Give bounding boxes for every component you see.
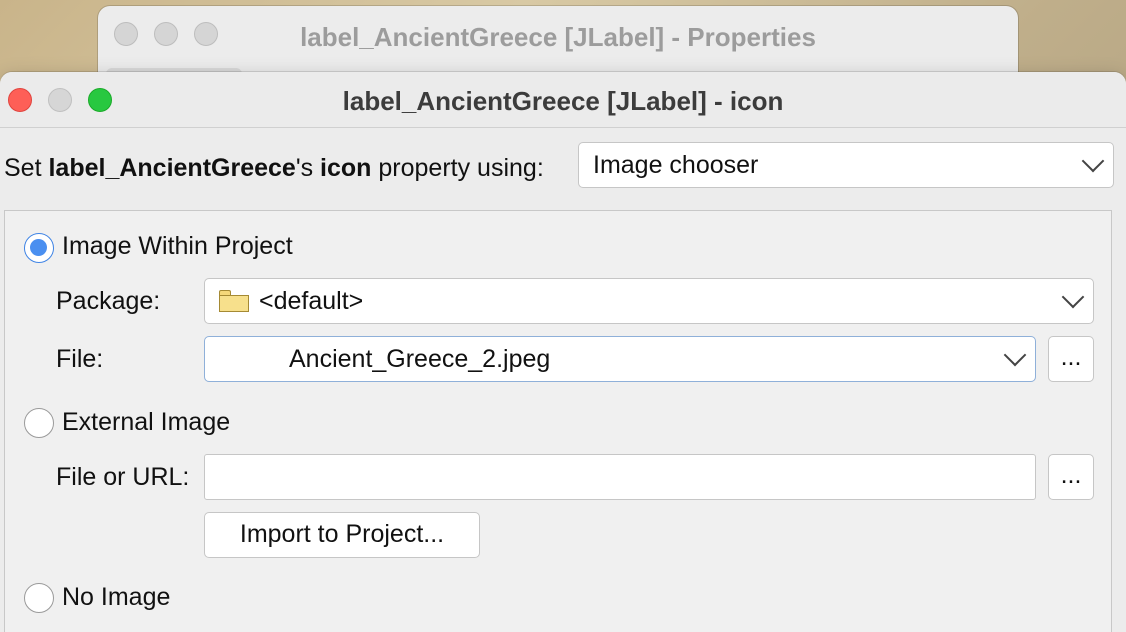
- browse-file-button[interactable]: ...: [1048, 336, 1094, 382]
- package-label: Package:: [56, 287, 161, 315]
- file-or-url-label: File or URL:: [56, 463, 190, 491]
- chevron-down-icon: [1003, 343, 1027, 367]
- dialog-content: Set label_AncientGreece's icon property …: [0, 128, 1126, 632]
- editor-method-select[interactable]: Image chooser: [578, 142, 1114, 188]
- import-to-project-button[interactable]: Import to Project...: [204, 512, 480, 558]
- set-suffix: property using:: [371, 154, 544, 182]
- dialog-title: label_AncientGreece [JLabel] - icon: [342, 86, 784, 116]
- external-image-radio[interactable]: [24, 408, 54, 438]
- package-value: <default>: [259, 286, 364, 315]
- file-or-url-input[interactable]: [204, 454, 1036, 500]
- file-value: Ancient_Greece_2.jpeg: [289, 344, 551, 373]
- component-name: label_AncientGreece: [48, 154, 296, 182]
- background-window-title: label_AncientGreece [JLabel] - Propertie…: [300, 22, 816, 52]
- background-titlebar: label_AncientGreece [JLabel] - Propertie…: [98, 6, 1018, 64]
- folder-icon: [219, 290, 249, 312]
- file-label: File:: [56, 345, 104, 373]
- image-source-panel: Image Within Project Package: <default> …: [4, 210, 1112, 632]
- package-select[interactable]: <default>: [204, 278, 1094, 324]
- set-prefix: Set: [4, 154, 49, 182]
- chevron-down-icon: [1061, 285, 1085, 309]
- within-project-label[interactable]: Image Within Project: [62, 232, 293, 261]
- chevron-down-icon: [1081, 149, 1105, 173]
- no-image-label[interactable]: No Image: [62, 583, 170, 612]
- editor-method-value: Image chooser: [593, 150, 759, 179]
- icon-dialog: label_AncientGreece [JLabel] - icon Set …: [0, 72, 1126, 632]
- property-editor-label: Set label_AncientGreece's icon property …: [4, 146, 544, 190]
- dialog-titlebar[interactable]: label_AncientGreece [JLabel] - icon: [0, 72, 1126, 128]
- no-image-radio[interactable]: [24, 583, 54, 613]
- possessive: 's: [295, 154, 321, 182]
- property-name: icon: [320, 154, 372, 182]
- external-image-label[interactable]: External Image: [62, 408, 230, 437]
- file-select[interactable]: Ancient_Greece_2.jpeg: [204, 336, 1036, 382]
- within-project-radio[interactable]: [24, 233, 54, 263]
- browse-url-button[interactable]: ...: [1048, 454, 1094, 500]
